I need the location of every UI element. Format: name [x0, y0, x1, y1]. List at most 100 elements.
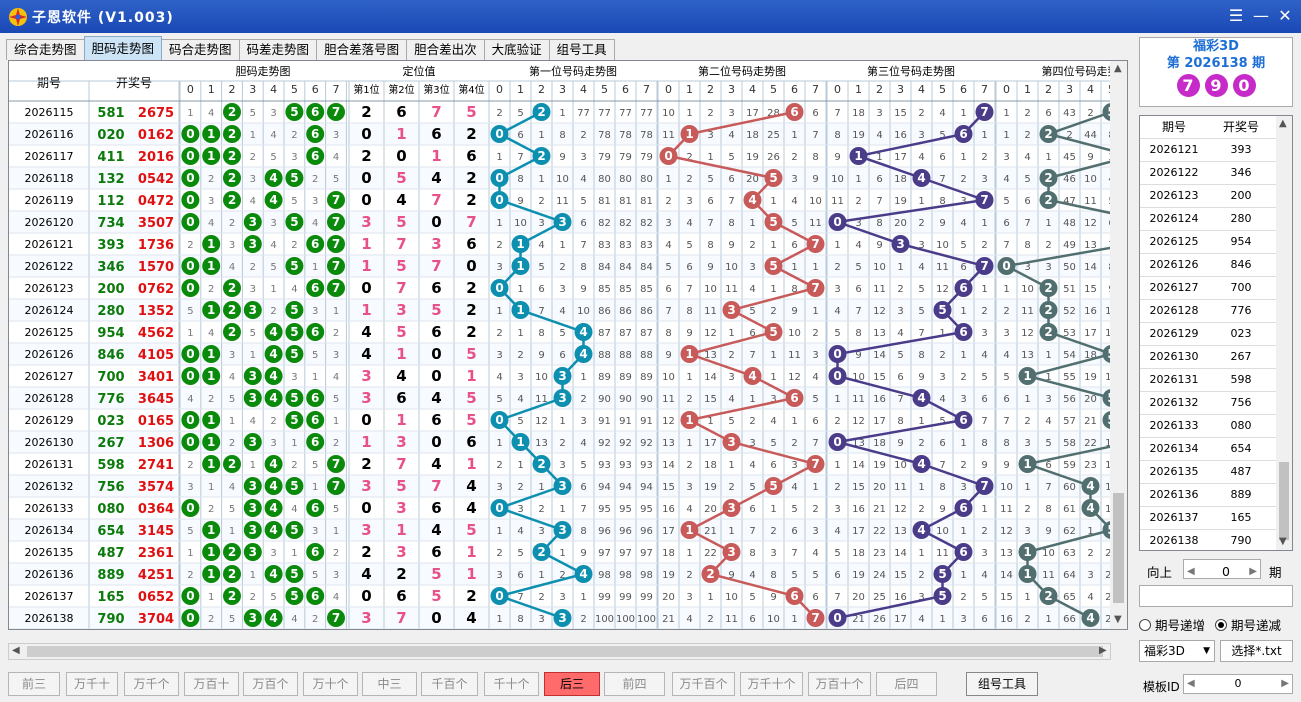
trend-miss-count: 4	[791, 196, 797, 207]
trend-miss-count: 46	[1063, 174, 1076, 185]
group-tool-button[interactable]: 组号工具	[966, 672, 1038, 696]
spin-right-icon[interactable]: ▶	[1281, 675, 1289, 693]
history-row[interactable]: 2026129 023	[1140, 323, 1292, 346]
bottom-button-13[interactable]: 万百十个	[808, 672, 871, 696]
choose-file-button[interactable]: 选择*.txt	[1220, 640, 1293, 662]
tab-3[interactable]: 码差走势图	[238, 39, 318, 60]
pos-value: 5	[396, 323, 406, 341]
history-row[interactable]: 2026127 700	[1140, 277, 1292, 300]
vertical-scrollbar[interactable]: ▲ ▼	[1110, 61, 1127, 629]
history-row[interactable]: 2026124 280	[1140, 208, 1292, 231]
history-number: 393	[1230, 143, 1252, 156]
bottom-button-12[interactable]: 万千十个	[740, 672, 803, 696]
trend-miss-count: 19	[1084, 372, 1097, 383]
history-scroll-thumb[interactable]	[1279, 462, 1289, 540]
scroll-up-icon[interactable]: ▲	[1114, 63, 1122, 74]
trend-miss-count: 82	[640, 218, 653, 229]
history-row[interactable]: 2026137 165	[1140, 507, 1292, 530]
trend-miss-count: 11	[1000, 504, 1013, 515]
vertical-scroll-thumb[interactable]	[1113, 493, 1124, 603]
radio-circle[interactable]	[1139, 618, 1151, 631]
history-row[interactable]: 2026138 790	[1140, 530, 1292, 550]
bottom-button-4[interactable]: 万百个	[243, 672, 298, 696]
radio-descending[interactable]: 期号递减	[1215, 615, 1281, 634]
bottom-button-6[interactable]: 中三	[362, 672, 417, 696]
history-row[interactable]: 2026122 346	[1140, 162, 1292, 185]
right-panel: 福彩3D 第 2026138 期 7 9 0 期号 开奖号 2026121 393…	[1133, 33, 1301, 702]
history-row[interactable]: 2026134 654	[1140, 438, 1292, 461]
trend-miss-count: 5	[686, 240, 692, 251]
minimize-icon[interactable]: —	[1251, 6, 1271, 25]
history-row[interactable]: 2026123 200	[1140, 185, 1292, 208]
bottom-button-3[interactable]: 万百十	[184, 672, 239, 696]
bottom-button-14[interactable]: 后四	[876, 672, 937, 696]
bottom-button-8[interactable]: 千十个	[484, 672, 539, 696]
bottom-button-9[interactable]: 后三	[544, 672, 600, 696]
template-spinner[interactable]: ◀ 0 ▶	[1183, 674, 1293, 694]
trend-miss-count: 9	[580, 548, 586, 559]
bottom-button-0[interactable]: 前三	[8, 672, 60, 696]
scroll-right-icon[interactable]: ▶	[1099, 645, 1107, 656]
chevron-down-icon[interactable]: ▼	[1203, 641, 1210, 661]
row-issue: 2026118	[25, 172, 74, 185]
scroll-down-icon[interactable]: ▼	[1279, 536, 1287, 547]
tab-5[interactable]: 胆合差出次	[406, 39, 485, 60]
radio-ascending[interactable]: 期号递增	[1139, 615, 1205, 634]
trend-miss-count: 2	[918, 504, 924, 515]
history-row[interactable]: 2026121 393	[1140, 139, 1292, 162]
filter-input[interactable]	[1139, 585, 1293, 607]
bottom-button-5[interactable]: 万十个	[303, 672, 358, 696]
history-scrollbar[interactable]: ▲ ▼	[1276, 116, 1292, 550]
tab-4[interactable]: 胆合差落号图	[316, 39, 408, 60]
bottom-button-10[interactable]: 前四	[604, 672, 665, 696]
bottom-button-1[interactable]: 万千十	[66, 672, 118, 696]
tab-2[interactable]: 码合走势图	[161, 39, 240, 60]
dan-miss-count: 1	[312, 482, 318, 493]
trend-miss-count: 5	[517, 108, 523, 119]
trend-miss-count: 1	[686, 108, 692, 119]
dan-ball-label: 2	[228, 545, 236, 559]
close-icon[interactable]: ✕	[1275, 6, 1295, 25]
menu-icon[interactable]: ☰	[1226, 6, 1246, 25]
history-row[interactable]: 2026135 487	[1140, 461, 1292, 484]
history-row[interactable]: 2026128 776	[1140, 300, 1292, 323]
bottom-button-2[interactable]: 万千个	[124, 672, 179, 696]
period-spinner[interactable]: ◀ 0 ▶	[1183, 559, 1261, 579]
dan-ball-label: 6	[311, 237, 319, 251]
period-spinner-value[interactable]: 0	[1222, 563, 1230, 581]
tab-0[interactable]: 综合走势图	[6, 39, 85, 60]
trend-miss-count: 3	[496, 482, 502, 493]
spin-right-icon[interactable]: ▶	[1249, 563, 1257, 581]
scroll-left-icon[interactable]: ◀	[12, 645, 20, 656]
scroll-down-icon[interactable]: ▼	[1114, 614, 1122, 625]
row-number: 280	[97, 304, 124, 319]
bottom-button-11[interactable]: 万千百个	[672, 672, 735, 696]
radio-circle[interactable]	[1215, 618, 1227, 631]
history-row[interactable]: 2026125 954	[1140, 231, 1292, 254]
bottom-button-7[interactable]: 千百个	[421, 672, 478, 696]
history-row[interactable]: 2026130 267	[1140, 346, 1292, 369]
spin-left-icon[interactable]: ◀	[1187, 563, 1195, 581]
trend-ball-label: 1	[685, 413, 693, 427]
history-row[interactable]: 2026126 846	[1140, 254, 1292, 277]
row-number: 346	[97, 260, 124, 275]
history-row[interactable]: 2026136 889	[1140, 484, 1292, 507]
tab-6[interactable]: 大底验证	[483, 39, 550, 60]
horizontal-scroll-thumb[interactable]	[27, 646, 1103, 657]
history-row[interactable]: 2026132 756	[1140, 392, 1292, 415]
history-row[interactable]: 2026133 080	[1140, 415, 1292, 438]
dan-miss-count: 5	[333, 504, 339, 515]
scroll-up-icon[interactable]: ▲	[1279, 118, 1287, 129]
spin-left-icon[interactable]: ◀	[1187, 675, 1195, 693]
trend-miss-count: 95	[619, 504, 632, 515]
lottery-select[interactable]: 福彩3D ▼	[1139, 640, 1215, 662]
trend-miss-count: 7	[791, 548, 797, 559]
tab-1[interactable]: 胆码走势图	[83, 36, 163, 60]
tab-7[interactable]: 组号工具	[548, 39, 615, 60]
history-list: 期号 开奖号 2026121 393 2026122 346 2026123 200 202…	[1139, 115, 1293, 551]
template-spinner-value[interactable]: 0	[1235, 677, 1242, 690]
horizontal-scrollbar[interactable]: ◀ ▶	[8, 643, 1111, 660]
history-row[interactable]: 2026131 598	[1140, 369, 1292, 392]
history-issue: 2026130	[1149, 350, 1199, 363]
trend-miss-count: 83	[619, 240, 632, 251]
